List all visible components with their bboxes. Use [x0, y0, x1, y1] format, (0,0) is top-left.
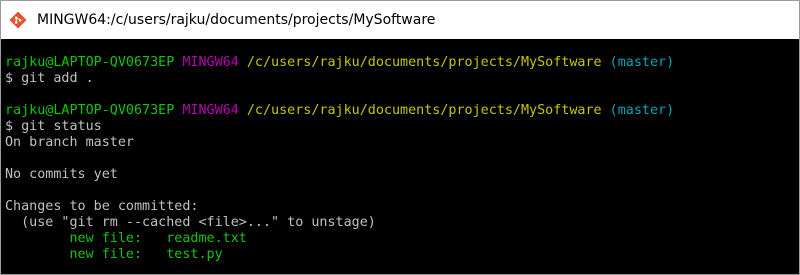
staged-file-line: new file: readme.txt	[5, 231, 799, 247]
prompt-line: rajku@LAPTOP-QV0673EP MINGW64 /c/users/r…	[5, 103, 799, 119]
command-line: $ git status	[5, 119, 102, 134]
window-title: MINGW64:/c/users/rajku/documents/project…	[37, 12, 436, 28]
git-bash-icon	[9, 11, 27, 29]
terminal-output-area[interactable]: rajku@LAPTOP-QV0673EP MINGW64 /c/users/r…	[1, 39, 799, 274]
title-bar[interactable]: MINGW64:/c/users/rajku/documents/project…	[1, 1, 799, 39]
staged-file-label: new file:	[5, 247, 167, 262]
staged-file-label: new file:	[5, 231, 167, 246]
staged-file-line: new file: test.py	[5, 247, 799, 263]
prompt-branch: (master)	[609, 103, 675, 118]
prompt-user-host: rajku@LAPTOP-QV0673EP	[5, 55, 175, 70]
staged-file-name: test.py	[166, 247, 223, 262]
prompt-shell: MINGW64	[182, 55, 239, 70]
output-changes-header: Changes to be committed:	[5, 199, 199, 214]
prompt-line: rajku@LAPTOP-QV0673EP MINGW64 /c/users/r…	[5, 55, 799, 71]
prompt-shell: MINGW64	[182, 103, 239, 118]
prompt-path: /c/users/rajku/documents/projects/MySoft…	[246, 103, 602, 118]
prompt-branch: (master)	[609, 55, 675, 70]
terminal-window: MINGW64:/c/users/rajku/documents/project…	[0, 0, 800, 275]
command-line: $ git add .	[5, 71, 94, 86]
prompt-user-host: rajku@LAPTOP-QV0673EP	[5, 103, 175, 118]
output-no-commits: No commits yet	[5, 167, 118, 182]
staged-file-name: readme.txt	[166, 231, 247, 246]
output-on-branch: On branch master	[5, 135, 134, 150]
prompt-path: /c/users/rajku/documents/projects/MySoft…	[246, 55, 602, 70]
output-unstage-hint: (use "git rm --cached <file>..." to unst…	[5, 215, 376, 230]
